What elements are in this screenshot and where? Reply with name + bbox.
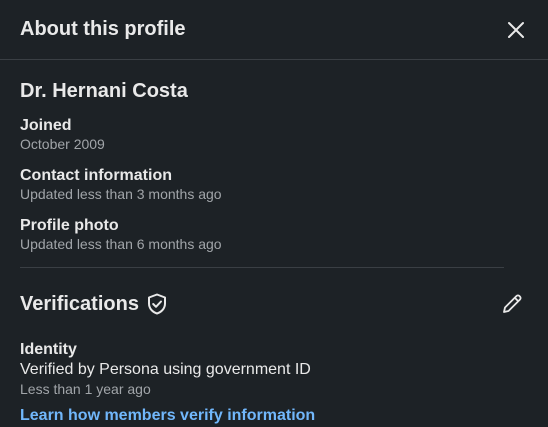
item-sub: Updated less than 3 months ago (20, 186, 222, 202)
profile-photo-item: Profile photo Updated less than 6 months… (20, 216, 528, 253)
item-sub: Updated less than 6 months ago (20, 236, 222, 252)
shield-check-icon (147, 293, 166, 315)
item-label: Contact information (20, 167, 172, 184)
about-profile-dialog: About this profile Dr. Hernani Costa Joi… (0, 0, 548, 427)
identity-text: Verified by Persona using government ID (20, 361, 311, 378)
verifications-title-wrap: Verifications (20, 293, 167, 316)
profile-name: Dr. Hernani Costa (20, 80, 188, 102)
item-label: Joined (20, 117, 72, 134)
close-icon (508, 21, 524, 38)
identity-label: Identity (20, 341, 77, 358)
verifications-title: Verifications (20, 292, 139, 315)
dialog-content: Dr. Hernani Costa Joined October 2009 Co… (0, 60, 548, 425)
item-label: Profile photo (20, 217, 119, 234)
identity-verification: Identity Verified by Persona using gover… (20, 340, 528, 399)
close-button[interactable] (504, 18, 528, 42)
joined-item: Joined October 2009 (20, 116, 528, 153)
section-divider (20, 267, 504, 268)
identity-sub: Less than 1 year ago (20, 381, 151, 397)
item-sub: October 2009 (20, 136, 105, 152)
edit-verifications-button[interactable] (500, 292, 524, 316)
pencil-icon (503, 294, 522, 313)
verifications-header: Verifications (20, 292, 528, 316)
contact-info-item: Contact information Updated less than 3 … (20, 166, 528, 203)
learn-verify-link[interactable]: Learn how members verify information (20, 407, 315, 425)
dialog-header: About this profile (0, 0, 548, 60)
dialog-title: About this profile (20, 18, 186, 40)
